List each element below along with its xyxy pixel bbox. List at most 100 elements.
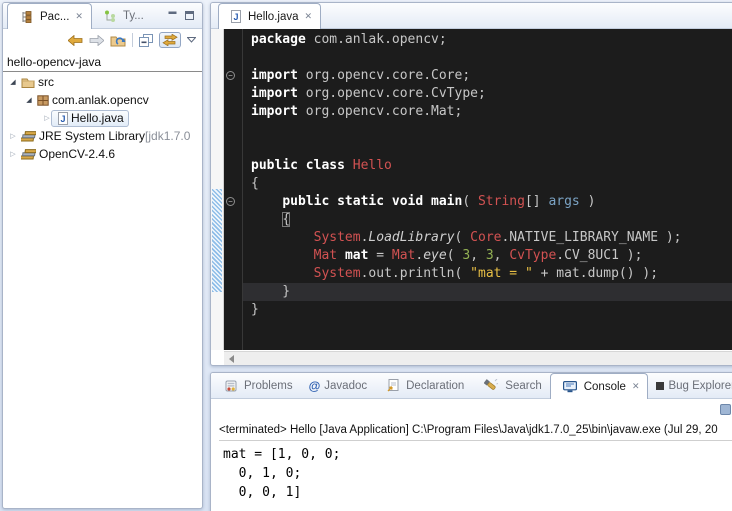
code-token: Hello: [353, 158, 392, 173]
code-line[interactable]: public static void main( String[] args ): [251, 193, 732, 211]
tab-problems[interactable]: Problems: [213, 373, 301, 398]
tree-item-jre-library[interactable]: ▷ JRE System Library [jdk1.7.0: [3, 127, 202, 145]
code-line[interactable]: System.LoadLibrary( Core.NATIVE_LIBRARY_…: [251, 229, 732, 247]
code-token: =: [368, 248, 391, 263]
horizontal-scrollbar[interactable]: [224, 351, 732, 365]
tree-item-label: OpenCV-2.4.6: [39, 147, 115, 161]
tree-selection: J Hello.java: [51, 110, 129, 127]
collapse-all-icon[interactable]: [139, 34, 153, 47]
console-process-header: <terminated> Hello [Java Application] C:…: [211, 421, 732, 440]
code-line[interactable]: }: [251, 301, 732, 319]
code-area[interactable]: package com.anlak.opencv; import org.open…: [242, 29, 732, 350]
code-line[interactable]: package com.anlak.opencv;: [251, 31, 732, 49]
code-token: Mat: [314, 248, 337, 263]
code-token: (: [455, 230, 471, 245]
code-line[interactable]: {: [251, 211, 732, 229]
folding-column[interactable]: −−: [224, 29, 242, 350]
code-line[interactable]: [251, 49, 732, 67]
console-line: 0, 0, 1]: [223, 483, 732, 502]
forward-icon[interactable]: [89, 35, 104, 46]
code-token: }: [251, 302, 259, 317]
fold-collapse-icon[interactable]: −: [226, 197, 235, 206]
tab-package-explorer[interactable]: Pac... ✕: [7, 3, 92, 29]
java-file-icon: J: [231, 10, 241, 23]
problems-icon: [225, 380, 237, 392]
tab-declaration[interactable]: Declaration: [375, 373, 472, 398]
tree-item-project[interactable]: hello-opencv-java: [3, 53, 202, 71]
svg-text:J: J: [233, 12, 238, 22]
fold-collapse-icon[interactable]: −: [226, 71, 235, 80]
code-token: [251, 266, 314, 281]
code-line[interactable]: {: [251, 175, 732, 193]
code-line[interactable]: public class Hello: [251, 157, 732, 175]
code-line[interactable]: }: [243, 283, 732, 301]
console-output[interactable]: mat = [1, 0, 0; 0, 1, 0; 0, 0, 1]: [211, 441, 732, 502]
code-token: Core: [470, 230, 501, 245]
tree-item-opencv-library[interactable]: ▷ OpenCV-2.4.6: [3, 145, 202, 163]
code-token: (: [462, 194, 478, 209]
code-token: ,: [494, 248, 510, 263]
code-token: System: [314, 266, 361, 281]
code-token: [251, 230, 314, 245]
tab-type-hierarchy-label: Ty...: [123, 10, 144, 22]
code-token: public static void main: [282, 194, 462, 209]
close-icon[interactable]: ✕: [75, 11, 83, 22]
svg-text:J: J: [60, 114, 65, 124]
back-icon[interactable]: [68, 35, 83, 46]
code-line[interactable]: System.out.println( "mat = " + mat.dump(…: [251, 265, 732, 283]
code-token: package: [251, 32, 306, 47]
code-line[interactable]: import org.opencv.core.Mat;: [251, 103, 732, 121]
tab-type-hierarchy[interactable]: Ty...: [92, 3, 152, 28]
console-icon: [563, 381, 577, 393]
maximize-icon[interactable]: [185, 11, 194, 20]
view-menu-icon[interactable]: [187, 37, 196, 43]
code-token: System: [314, 230, 361, 245]
package-explorer-icon: [20, 11, 33, 23]
code-line[interactable]: [251, 139, 732, 157]
tab-search[interactable]: Search: [472, 373, 549, 398]
tab-bug-explorer[interactable]: Bug Explorer: [648, 373, 732, 398]
tab-hello-java[interactable]: J Hello.java ✕: [218, 3, 321, 29]
tab-javadoc[interactable]: @ Javadoc: [301, 373, 376, 398]
package-explorer-tabstrip: Pac... ✕ Ty...: [3, 3, 202, 29]
code-token: CvType: [509, 248, 556, 263]
code-line[interactable]: [251, 121, 732, 139]
source-folder-icon: [21, 77, 35, 88]
console-display-icon[interactable]: [720, 404, 731, 415]
code-token: String: [478, 194, 525, 209]
tab-console[interactable]: Console ✕: [550, 373, 649, 399]
tab-search-label: Search: [505, 380, 541, 392]
code-token: (: [447, 248, 463, 263]
up-icon[interactable]: [110, 34, 126, 47]
collapse-arrow-icon[interactable]: ▷: [9, 150, 17, 158]
project-separator: [3, 71, 202, 72]
tree-item-src[interactable]: ◢ src: [3, 73, 202, 91]
code-token: [251, 248, 314, 263]
code-token: .out.println(: [361, 266, 471, 281]
search-icon: [484, 379, 498, 392]
java-file-icon: J: [58, 112, 68, 125]
scroll-left-icon[interactable]: [229, 355, 234, 363]
tree-item-package[interactable]: ◢ com.anlak.opencv: [3, 91, 202, 109]
annotation-ruler[interactable]: [211, 29, 224, 350]
code-line[interactable]: Mat mat = Mat.eye( 3, 3, CvType.CV_8UC1 …: [251, 247, 732, 265]
code-editor[interactable]: −− package com.anlak.opencv;import org.o…: [211, 29, 732, 350]
collapse-arrow-icon[interactable]: ▷: [43, 114, 51, 122]
code-token: org.opencv.core.Mat;: [298, 104, 462, 119]
minimize-icon[interactable]: [168, 11, 177, 20]
expand-arrow-icon[interactable]: ◢: [9, 78, 17, 86]
code-token: [337, 248, 345, 263]
code-token: + mat.dump() );: [533, 266, 658, 281]
package-icon: [37, 95, 49, 106]
code-line[interactable]: import org.opencv.core.Core;: [251, 67, 732, 85]
close-icon[interactable]: ✕: [632, 381, 640, 392]
tree-item-hello-java[interactable]: ▷ J Hello.java: [3, 109, 202, 127]
code-token: public class: [251, 158, 353, 173]
tab-problems-label: Problems: [244, 380, 293, 392]
tab-javadoc-label: Javadoc: [324, 380, 367, 392]
close-icon[interactable]: ✕: [305, 11, 313, 22]
link-with-editor-icon[interactable]: [159, 32, 181, 48]
collapse-arrow-icon[interactable]: ▷: [9, 132, 17, 140]
code-line[interactable]: import org.opencv.core.CvType;: [251, 85, 732, 103]
expand-arrow-icon[interactable]: ◢: [25, 96, 33, 104]
